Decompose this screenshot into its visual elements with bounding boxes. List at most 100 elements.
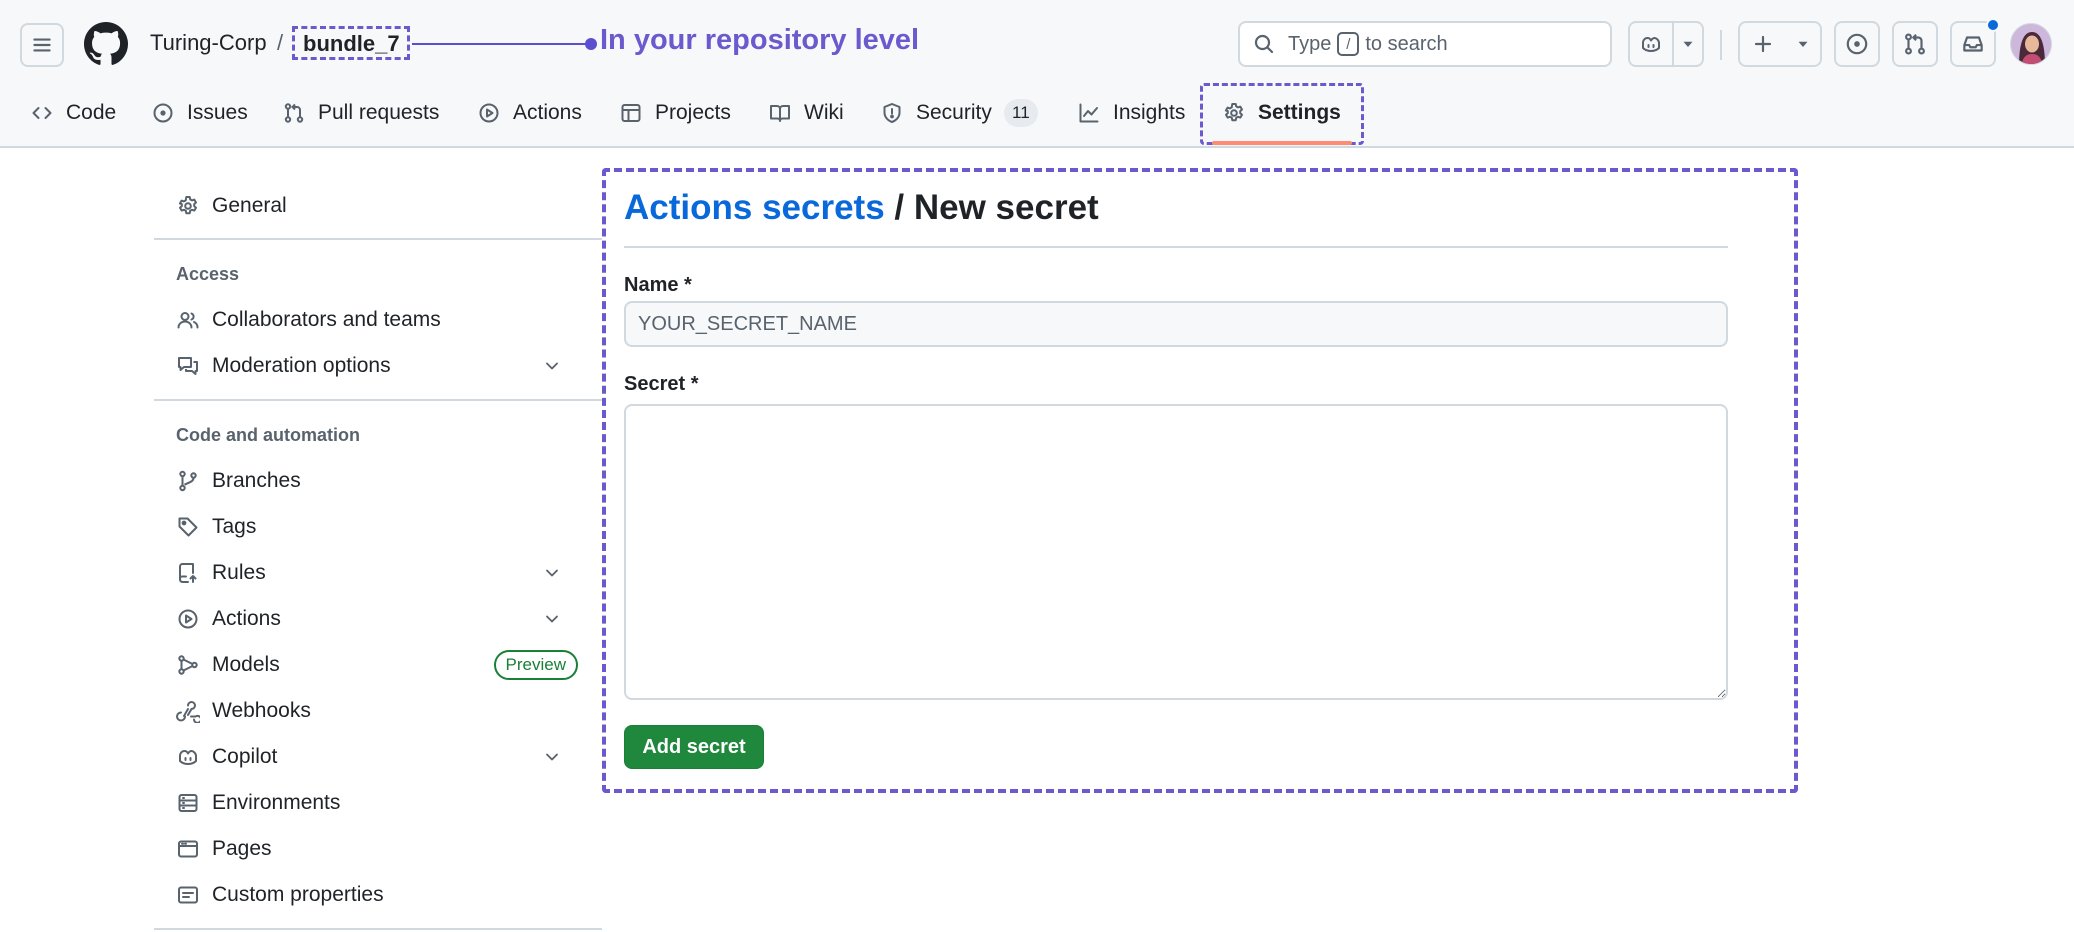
- owner-link[interactable]: Turing-Corp: [150, 30, 267, 56]
- ai-model-icon: [178, 655, 198, 675]
- open-menu-button[interactable]: [20, 23, 64, 67]
- issue-opened-icon: [153, 103, 173, 123]
- tab-label: Insights: [1113, 101, 1186, 124]
- chevron-down-icon: [546, 362, 558, 370]
- gear-icon: [1224, 103, 1243, 122]
- tab-settings[interactable]: Settings: [1222, 92, 1341, 134]
- breadcrumb-separator: /: [884, 188, 914, 227]
- shield-icon: [883, 103, 901, 123]
- search-hint-suffix: to search: [1365, 32, 1448, 55]
- sidebar-item-copilot[interactable]: Copilot: [154, 737, 582, 777]
- secret-field-label: Secret *: [624, 373, 699, 395]
- tab-security[interactable]: Security 11: [880, 92, 1038, 134]
- chevron-down-icon: [546, 615, 558, 623]
- sidebar-item-tags[interactable]: Tags: [154, 507, 582, 547]
- sidebar-divider: [154, 928, 602, 930]
- secret-name-input[interactable]: [624, 301, 1728, 347]
- sidebar-item-label: Models: [212, 653, 280, 676]
- sidebar-item-pages[interactable]: Pages: [154, 829, 582, 869]
- name-field-label: Name *: [624, 274, 692, 296]
- unread-notification-indicator: [1986, 18, 2000, 32]
- triangle-down-icon: [1798, 41, 1808, 47]
- sidebar-item-environments[interactable]: Environments: [154, 783, 582, 823]
- triangle-down-icon: [1683, 41, 1693, 47]
- search-shortcut-key: /: [1337, 32, 1360, 56]
- sidebar-item-rules[interactable]: Rules: [154, 553, 582, 593]
- sidebar-item-label: Moderation options: [212, 354, 391, 377]
- tab-wiki[interactable]: Wiki: [768, 92, 844, 134]
- tab-label: Issues: [187, 101, 248, 124]
- copilot-icon: [179, 750, 197, 765]
- tab-actions[interactable]: Actions: [477, 92, 582, 134]
- tab-label: Security: [916, 101, 992, 124]
- sidebar-item-label: Pages: [212, 837, 272, 860]
- tab-issues[interactable]: Issues: [151, 92, 248, 134]
- sidebar-item-webhooks[interactable]: Webhooks: [154, 691, 582, 731]
- create-new-menu-button[interactable]: [1786, 23, 1820, 65]
- sidebar-item-actions[interactable]: Actions: [154, 599, 582, 639]
- copilot-icon: [1641, 37, 1660, 52]
- sidebar-item-general[interactable]: General: [154, 186, 582, 226]
- tab-code[interactable]: Code: [30, 92, 116, 134]
- gear-icon: [178, 196, 197, 215]
- search-icon: [1254, 34, 1274, 54]
- sidebar-item-branches[interactable]: Branches: [154, 461, 582, 501]
- path-separator: /: [277, 30, 284, 55]
- code-icon: [32, 107, 52, 119]
- tab-label: Actions: [513, 101, 582, 124]
- copilot-chat-button[interactable]: [1630, 23, 1672, 65]
- tab-pull-requests[interactable]: Pull requests: [282, 92, 439, 134]
- tab-insights[interactable]: Insights: [1077, 92, 1185, 134]
- github-logo-icon[interactable]: [84, 22, 128, 66]
- sidebar-item-label: Collaborators and teams: [212, 308, 441, 331]
- sidebar-item-models[interactable]: Models Preview: [154, 645, 582, 685]
- title-divider: [624, 246, 1728, 248]
- user-avatar-image: [2011, 24, 2051, 64]
- tab-label: Code: [66, 101, 117, 124]
- play-icon: [178, 609, 198, 629]
- tab-label: Pull requests: [318, 101, 440, 124]
- play-icon: [479, 103, 499, 123]
- annotation-connector: [412, 43, 590, 45]
- add-secret-button[interactable]: Add secret: [624, 725, 764, 769]
- graph-icon: [1079, 103, 1099, 123]
- issue-opened-icon: [1846, 33, 1868, 55]
- page-title: Actions secrets / New secret: [624, 188, 1099, 228]
- sidebar-item-label: Branches: [212, 469, 301, 492]
- tab-projects[interactable]: Projects: [619, 92, 731, 134]
- user-avatar[interactable]: [2010, 23, 2052, 65]
- sidebar-item-moderation-options[interactable]: Moderation options: [154, 346, 582, 386]
- tab-label: Wiki: [804, 101, 844, 124]
- git-branch-icon: [179, 470, 197, 492]
- preview-badge: Preview: [493, 650, 578, 680]
- copilot-menu-button[interactable]: [1674, 23, 1702, 65]
- server-icon: [178, 794, 198, 812]
- page-title-text: New secret: [913, 188, 1099, 227]
- selected-tab-indicator: [1212, 141, 1352, 145]
- sidebar-item-label: Actions: [212, 607, 281, 630]
- sidebar-item-label: Copilot: [212, 745, 278, 768]
- tag-icon: [178, 517, 198, 537]
- breadcrumb-actions-secrets-link[interactable]: Actions secrets: [624, 188, 885, 227]
- copilot-button-group: [1628, 21, 1704, 67]
- secret-value-textarea[interactable]: [624, 404, 1728, 700]
- sidebar-heading-access: Access: [176, 264, 240, 284]
- sidebar-divider: [154, 238, 602, 240]
- plus-icon: [1754, 35, 1772, 53]
- sidebar-heading-code-and-automation: Code and automation: [176, 425, 360, 445]
- hamburger-icon: [33, 38, 51, 52]
- annotation-dot: [585, 38, 597, 50]
- your-pull-requests-button[interactable]: [1892, 21, 1938, 67]
- sidebar-item-collaborators[interactable]: Collaborators and teams: [154, 300, 582, 340]
- people-icon: [177, 312, 199, 329]
- sidebar-item-custom-properties[interactable]: Custom properties: [154, 875, 582, 915]
- header-divider: [1720, 30, 1722, 60]
- search-input[interactable]: Type / to search: [1238, 21, 1612, 67]
- browser-icon: [178, 840, 198, 858]
- your-issues-button[interactable]: [1834, 21, 1880, 67]
- sidebar-item-label: Custom properties: [212, 883, 384, 906]
- repo-link[interactable]: bundle_7: [303, 31, 400, 57]
- chevron-down-icon: [546, 569, 558, 577]
- inbox-icon: [1963, 36, 1983, 52]
- create-new-button[interactable]: [1740, 23, 1786, 65]
